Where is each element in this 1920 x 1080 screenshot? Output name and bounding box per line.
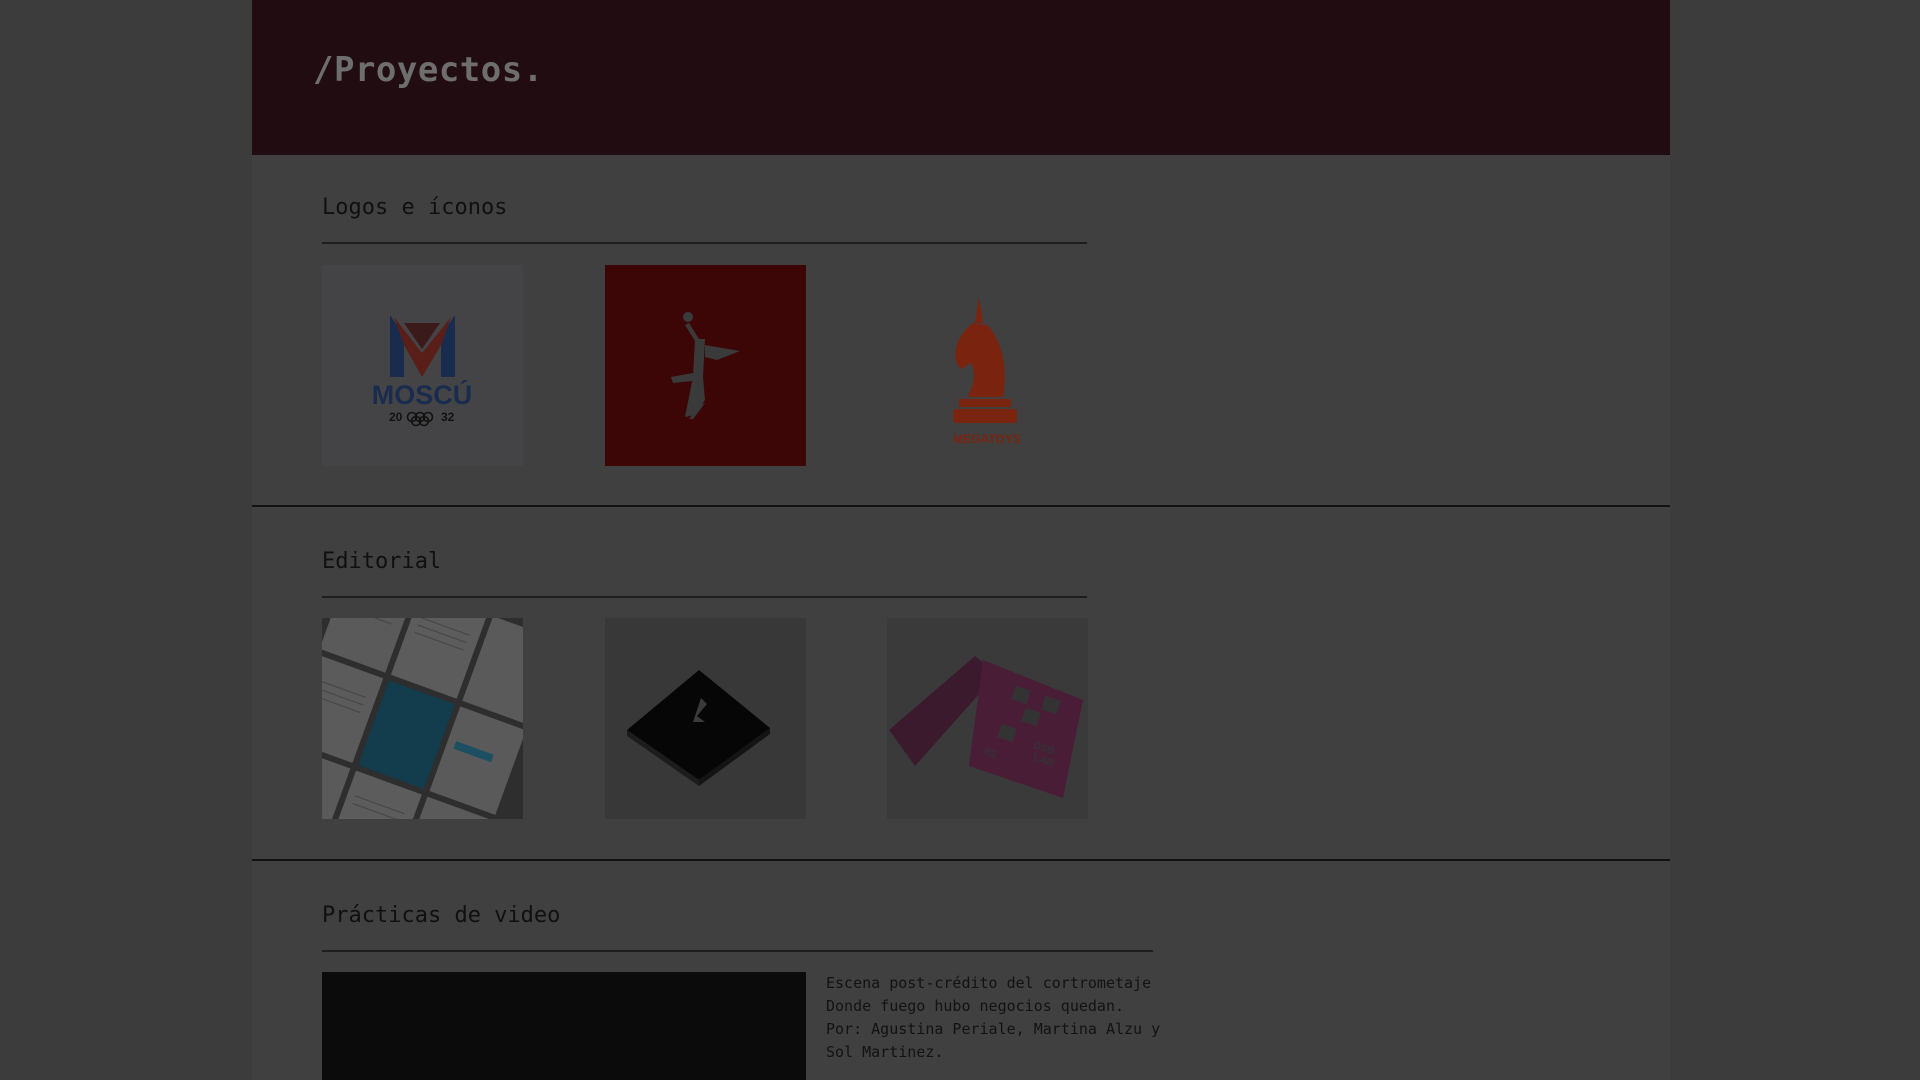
page-title: /Proyectos. xyxy=(313,50,544,90)
athlete-logo-tile[interactable] xyxy=(605,265,806,466)
video-player[interactable] xyxy=(322,972,806,1080)
video-desc-line: Donde fuego hubo negocios quedan. xyxy=(826,997,1125,1015)
editorial-section-divider xyxy=(322,596,1087,598)
logos-section-divider xyxy=(322,242,1087,244)
athlete-logo xyxy=(671,312,740,419)
video-desc-line: Escena post-crédito del cortrometaje xyxy=(826,974,1152,992)
editorial-book-tile[interactable] xyxy=(605,618,806,819)
editorial-brochure-tile[interactable]: DSB LAB R1 xyxy=(887,618,1088,819)
editorial-magazine-spread xyxy=(322,618,523,819)
logos-section: Logos e íconos MOSCÚ 20 32 MEGATOYS xyxy=(252,155,1670,505)
logos-section-title: Logos e íconos xyxy=(322,195,508,220)
mosco-year-right: 32 xyxy=(441,410,455,424)
megatoys-logo: MEGATOYS xyxy=(953,297,1021,446)
page-header: /Proyectos. xyxy=(252,0,1670,155)
editorial-section: Editorial DSB LAB R1 xyxy=(252,507,1670,859)
megatoys-wordmark: MEGATOYS xyxy=(953,432,1021,446)
mosco-year-left: 20 xyxy=(389,410,403,424)
video-desc-line: Sol Martinez. xyxy=(826,1043,944,1061)
video-section-title: Prácticas de video xyxy=(322,903,561,928)
mosco-logo: MOSCÚ 20 32 xyxy=(372,315,473,427)
editorial-magazine-tile[interactable] xyxy=(322,618,523,819)
megatoys-logo-tile[interactable]: MEGATOYS xyxy=(887,265,1088,466)
editorial-magenta-brochure: DSB LAB R1 xyxy=(889,656,1083,798)
mosco-logo-tile[interactable]: MOSCÚ 20 32 xyxy=(322,265,523,466)
mosco-wordmark: MOSCÚ xyxy=(372,379,473,410)
video-section: Prácticas de video Escena post-crédito d… xyxy=(252,861,1670,1080)
video-section-divider xyxy=(322,950,1153,952)
editorial-section-title: Editorial xyxy=(322,549,442,574)
editorial-black-book xyxy=(627,670,770,786)
video-description: Escena post-crédito del cortrometaje Don… xyxy=(826,972,1166,1064)
video-desc-line: Por: Agustina Periale, Martina Alzu y xyxy=(826,1020,1161,1038)
projects-page: /Proyectos. Logos e íconos MOSCÚ 20 32 M… xyxy=(252,0,1670,1080)
